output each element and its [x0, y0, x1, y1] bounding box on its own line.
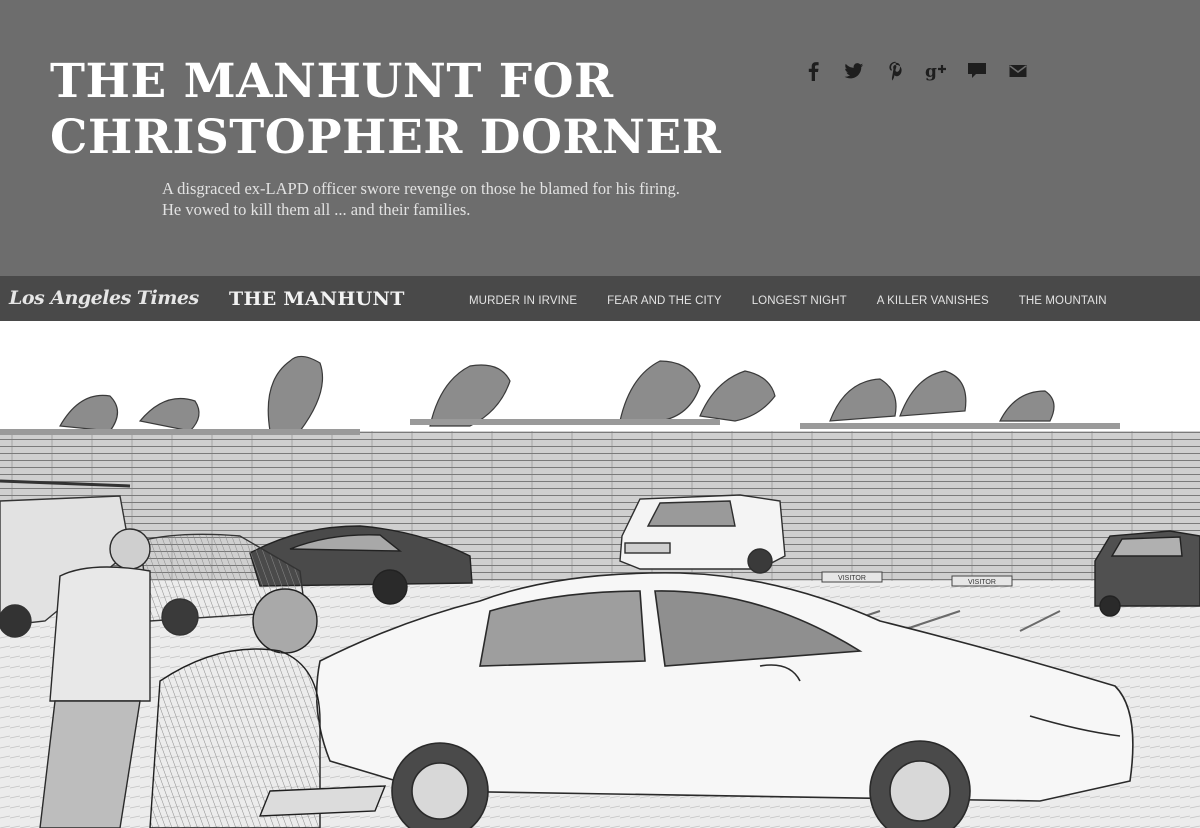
twitter-icon [844, 62, 864, 78]
chapter-links: MURDER IN IRVINE FEAR AND THE CITY LONGE… [469, 276, 1107, 321]
comment-icon [968, 63, 986, 78]
article-header: THE MANHUNT FOR CHRISTOPHER DORNER A dis… [0, 0, 1200, 276]
section-nav: Los Angeles Times THE MANHUNT MURDER IN … [0, 276, 1200, 321]
comment-button[interactable] [964, 58, 990, 84]
nav-link-a-killer-vanishes[interactable]: A KILLER VANISHES [877, 295, 989, 307]
latimes-logo[interactable]: Los Angeles Times [9, 285, 199, 311]
parking-sign-1: VISITOR [838, 575, 866, 582]
hero-illustration: VISITOR VISITOR [0, 321, 1200, 828]
pinterest-icon [889, 61, 902, 81]
google-plus-icon: g [925, 62, 946, 81]
email-icon [1009, 65, 1027, 77]
right-suv [1094, 530, 1200, 617]
pinterest-share-button[interactable] [882, 58, 908, 84]
twitter-share-button[interactable] [841, 58, 867, 84]
parking-sign-2: VISITOR [968, 579, 996, 586]
pickup-truck [619, 494, 786, 574]
article-dek: A disgraced ex-LAPD officer swore reveng… [162, 179, 680, 219]
nav-item-murder-in-irvine: MURDER IN IRVINE [469, 289, 577, 308]
google-plus-share-button[interactable]: g [923, 58, 949, 84]
nav-link-murder-in-irvine[interactable]: MURDER IN IRVINE [469, 295, 577, 307]
facebook-share-button[interactable] [800, 58, 826, 84]
page-title: THE MANHUNT FOR CHRISTOPHER DORNER [50, 54, 770, 166]
nav-item-a-killer-vanishes: A KILLER VANISHES [877, 289, 989, 308]
nav-link-longest-night[interactable]: LONGEST NIGHT [752, 295, 847, 307]
share-bar: g [800, 58, 1031, 84]
section-title[interactable]: THE MANHUNT [229, 286, 405, 312]
email-share-button[interactable] [1005, 58, 1031, 84]
nav-item-longest-night: LONGEST NIGHT [752, 289, 847, 308]
nav-link-fear-and-the-city[interactable]: FEAR AND THE CITY [607, 295, 722, 307]
title-line-1: THE MANHUNT FOR [50, 54, 614, 109]
parking-lot-sketch: VISITOR VISITOR [0, 355, 1200, 828]
nav-link-the-mountain[interactable]: THE MOUNTAIN [1019, 295, 1107, 307]
facebook-icon [808, 62, 819, 81]
svg-text:g: g [925, 62, 937, 81]
title-line-2: CHRISTOPHER DORNER [50, 110, 722, 165]
nav-item-the-mountain: THE MOUNTAIN [1019, 289, 1107, 308]
nav-item-fear-and-the-city: FEAR AND THE CITY [607, 289, 722, 308]
